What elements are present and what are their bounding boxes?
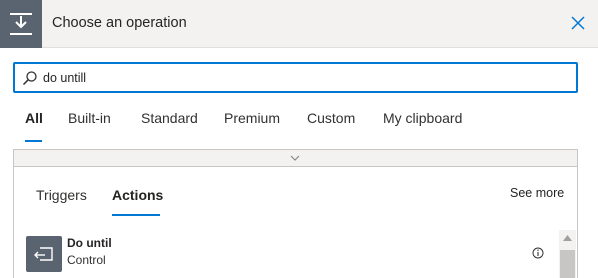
tab-all[interactable]: All (25, 110, 43, 126)
tab-custom[interactable]: Custom (307, 110, 355, 126)
search-input[interactable] (43, 69, 563, 87)
loop-icon (26, 236, 62, 272)
close-button[interactable] (568, 13, 588, 33)
tab-standard[interactable]: Standard (141, 110, 198, 126)
dialog-header: Choose an operation (0, 0, 598, 48)
result-item-do-until[interactable]: Do until Control (14, 229, 560, 278)
tab-premium[interactable]: Premium (224, 110, 280, 126)
close-icon (571, 16, 585, 30)
scroll-thumb[interactable] (560, 250, 575, 278)
info-icon[interactable] (532, 247, 544, 259)
dialog-title: Choose an operation (52, 15, 187, 31)
active-tab-indicator (25, 140, 42, 142)
connector-tabs: All Built-in Standard Premium Custom My … (0, 110, 598, 142)
search-icon (22, 71, 37, 86)
see-more-link[interactable]: See more (510, 186, 564, 200)
subtab-triggers[interactable]: Triggers (36, 187, 87, 203)
active-subtab-indicator (112, 214, 160, 216)
tab-built-in[interactable]: Built-in (68, 110, 111, 126)
result-category: Control (67, 253, 106, 267)
choose-operation-dialog: Choose an operation All Built-in Standar… (0, 0, 598, 278)
scroll-up-arrow-icon[interactable] (563, 235, 572, 241)
tab-my-clipboard[interactable]: My clipboard (383, 110, 462, 126)
collapse-toggle[interactable] (13, 149, 578, 166)
chevron-down-icon (290, 155, 300, 161)
result-name: Do until (67, 236, 112, 250)
operation-step-icon (0, 0, 42, 48)
search-box[interactable] (13, 62, 578, 93)
results-panel: Triggers Actions See more Do until Contr… (13, 166, 578, 278)
results-scrollbar[interactable] (559, 230, 576, 278)
subtab-actions[interactable]: Actions (112, 187, 163, 203)
